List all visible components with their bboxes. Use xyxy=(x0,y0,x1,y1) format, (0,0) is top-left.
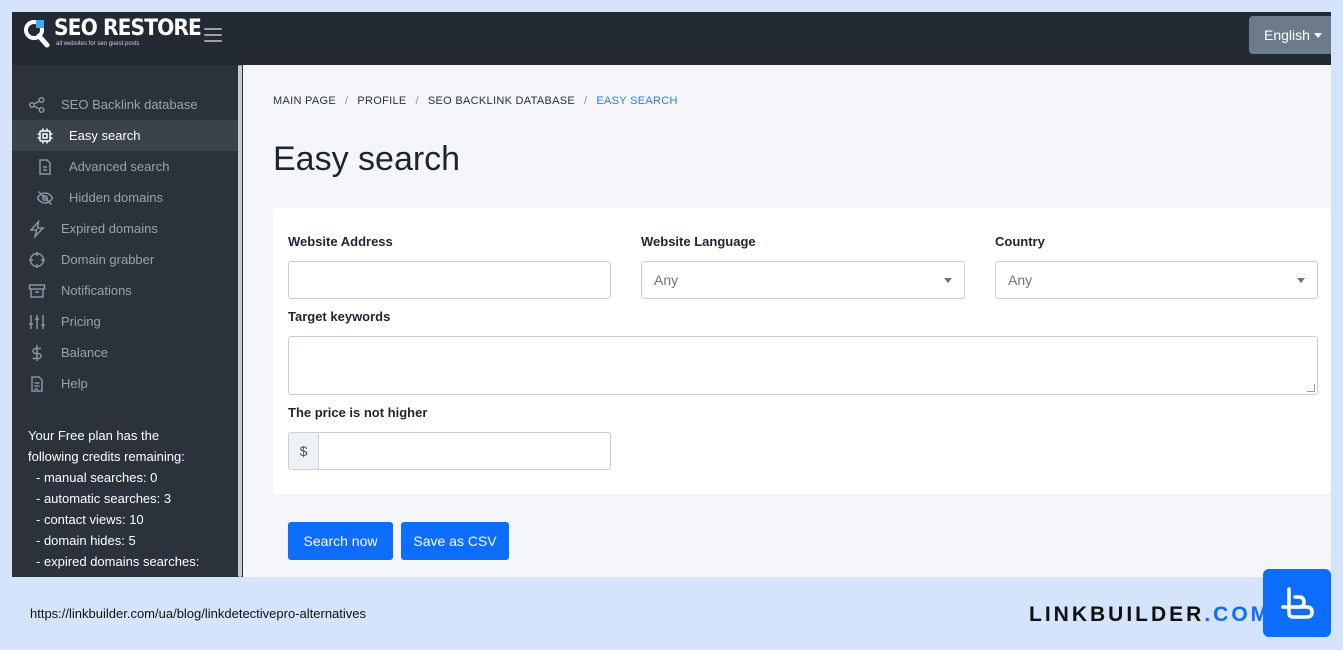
logo[interactable]: SEO RESTORE all websites for seo guest p… xyxy=(23,18,214,48)
top-bar: SEO RESTORE all websites for seo guest p… xyxy=(12,12,1331,65)
dollar-prefix: $ xyxy=(288,432,318,470)
breadcrumb-seo-backlink-database[interactable]: SEO BACKLINK DATABASE xyxy=(428,95,575,107)
page-title: Easy search xyxy=(273,140,461,178)
target-keywords-textarea[interactable] xyxy=(288,336,1318,395)
country-select[interactable]: Any xyxy=(995,261,1318,299)
credits-intro: following credits remaining: xyxy=(28,449,185,464)
linkbuilder-logo-icon xyxy=(1263,569,1331,637)
sidebar-item-seo-backlink-database[interactable]: SEO Backlink database xyxy=(12,89,238,120)
sidebar-item-label: Pricing xyxy=(61,314,101,329)
crosshair-icon xyxy=(28,251,46,269)
document-text-icon xyxy=(28,375,46,393)
target-keywords-label: Target keywords xyxy=(288,309,391,324)
sidebar-item-label: Help xyxy=(61,376,88,391)
sidebar-item-label: Domain grabber xyxy=(61,252,155,267)
sidebar: SEO Backlink database Easy search Advanc… xyxy=(12,65,243,577)
sidebar-item-notifications[interactable]: Notifications xyxy=(12,275,238,306)
sidebar-item-label: Hidden domains xyxy=(69,190,163,205)
resize-handle-icon[interactable] xyxy=(1307,384,1315,392)
cpu-chip-icon xyxy=(36,127,54,145)
document-icon xyxy=(36,158,54,176)
caret-down-icon xyxy=(944,278,952,283)
price-input[interactable] xyxy=(318,432,611,470)
website-language-label: Website Language xyxy=(641,234,756,249)
sidebar-item-advanced-search[interactable]: Advanced search xyxy=(12,151,238,182)
price-label: The price is not higher xyxy=(288,405,428,420)
share-nodes-icon xyxy=(28,96,46,114)
lightning-icon xyxy=(28,219,46,238)
sidebar-item-hidden-domains[interactable]: Hidden domains xyxy=(12,182,238,213)
save-as-csv-button[interactable]: Save as CSV xyxy=(401,522,509,560)
country-label: Country xyxy=(995,234,1045,249)
breadcrumb-main-page[interactable]: MAIN PAGE xyxy=(273,95,336,107)
search-now-button[interactable]: Search now xyxy=(288,522,393,560)
sidebar-item-label: Balance xyxy=(61,345,108,360)
archive-box-icon xyxy=(28,282,46,300)
website-language-select[interactable]: Any xyxy=(641,261,965,299)
website-address-input[interactable] xyxy=(288,261,611,299)
website-language-value: Any xyxy=(654,272,679,288)
brand-dot: . xyxy=(1204,603,1214,626)
sidebar-item-pricing[interactable]: Pricing xyxy=(12,306,238,337)
website-address-label: Website Address xyxy=(288,234,393,249)
menu-toggle-icon[interactable] xyxy=(204,27,222,43)
app-window: SEO RESTORE all websites for seo guest p… xyxy=(12,12,1331,577)
credit-line: - contact views: 10 xyxy=(36,512,144,527)
search-form-card: Website Address Website Language Any Cou… xyxy=(273,208,1331,494)
sidebar-item-balance[interactable]: Balance xyxy=(12,337,238,368)
magnifier-logo-icon xyxy=(23,18,51,48)
breadcrumb-separator: / xyxy=(415,95,419,107)
main-content: MAIN PAGE / PROFILE / SEO BACKLINK DATAB… xyxy=(243,65,1331,577)
price-input-group: $ xyxy=(288,432,611,470)
source-url: https://linkbuilder.com/ua/blog/linkdete… xyxy=(30,606,367,621)
linkbuilder-brand: LINKBUILDER.COM xyxy=(1029,603,1271,627)
eye-off-icon xyxy=(36,189,54,207)
breadcrumb: MAIN PAGE / PROFILE / SEO BACKLINK DATAB… xyxy=(273,95,678,107)
credits-panel: Your Free plan has the following credits… xyxy=(28,425,233,572)
sidebar-item-label: Easy search xyxy=(69,128,141,143)
credit-line: - expired domains searches: xyxy=(36,554,200,569)
sidebar-item-label: SEO Backlink database xyxy=(61,97,198,112)
dollar-icon xyxy=(28,344,46,362)
caret-down-icon xyxy=(1297,278,1305,283)
language-label: English xyxy=(1264,27,1310,43)
sidebar-nav: SEO Backlink database Easy search Advanc… xyxy=(12,89,238,399)
brand-main: LINKBUILDER xyxy=(1029,603,1205,626)
breadcrumb-separator: / xyxy=(584,95,588,107)
country-value: Any xyxy=(1008,272,1033,288)
credit-line: - automatic searches: 3 xyxy=(36,491,172,506)
credits-intro: Your Free plan has the xyxy=(28,428,160,443)
breadcrumb-easy-search: EASY SEARCH xyxy=(596,95,678,107)
language-dropdown[interactable]: English xyxy=(1249,16,1331,54)
caret-down-icon xyxy=(1313,32,1322,38)
sidebar-item-easy-search[interactable]: Easy search xyxy=(12,120,238,151)
sidebar-item-label: Notifications xyxy=(61,283,132,298)
breadcrumb-profile[interactable]: PROFILE xyxy=(357,95,406,107)
credit-line: - domain hides: 5 xyxy=(36,533,136,548)
logo-title: SEO RESTORE xyxy=(54,16,202,41)
sidebar-scrollbar[interactable] xyxy=(238,65,242,577)
breadcrumb-separator: / xyxy=(345,95,349,107)
sidebar-item-help[interactable]: Help xyxy=(12,368,238,399)
sliders-icon xyxy=(28,313,46,331)
sidebar-item-label: Advanced search xyxy=(69,159,170,174)
sidebar-item-domain-grabber[interactable]: Domain grabber xyxy=(12,244,238,275)
sidebar-item-expired-domains[interactable]: Expired domains xyxy=(12,213,238,244)
sidebar-item-label: Expired domains xyxy=(61,221,158,236)
logo-subtitle: all websites for seo guest posts xyxy=(56,41,140,47)
credit-line: - manual searches: 0 xyxy=(36,470,158,485)
